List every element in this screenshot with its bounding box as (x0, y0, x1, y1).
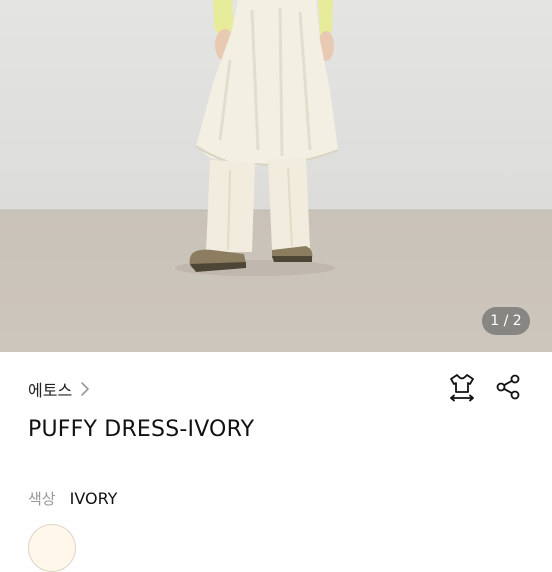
color-info: 색상 IVORY (28, 488, 117, 509)
shirt-size-icon (448, 372, 476, 406)
brand-link[interactable]: 에토스 (28, 376, 90, 402)
chevron-right-icon (80, 381, 90, 397)
color-swatch-ivory[interactable] (28, 524, 76, 572)
share-button[interactable] (494, 374, 522, 404)
size-guide-button[interactable] (448, 374, 476, 404)
product-image[interactable]: 1 / 2 (0, 0, 552, 352)
product-actions (448, 374, 522, 404)
color-value: IVORY (69, 489, 118, 508)
product-photo-illustration (0, 0, 552, 352)
brand-name: 에토스 (28, 381, 73, 400)
image-page-indicator: 1 / 2 (482, 307, 530, 335)
product-title: PUFFY DRESS-IVORY (28, 417, 255, 442)
color-label: 색상 (28, 490, 56, 508)
share-icon (495, 373, 521, 405)
